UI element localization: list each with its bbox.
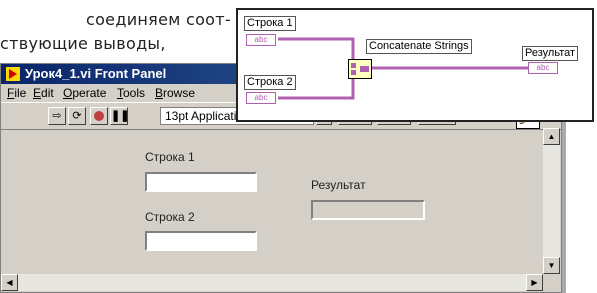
front-panel-area: Строка 1 Строка 2 Результат	[3, 130, 543, 272]
label-string1: Строка 1	[145, 150, 195, 164]
menu-browse[interactable]: Browse	[155, 86, 195, 100]
string2-control[interactable]	[145, 231, 257, 251]
string1-control[interactable]	[145, 172, 257, 192]
result-indicator	[311, 200, 425, 220]
scroll-left-icon[interactable]: ◀	[1, 274, 18, 291]
scroll-down-icon[interactable]: ▼	[543, 257, 560, 274]
pause-icon[interactable]: ❚❚	[110, 107, 129, 125]
diagram-label-string2: Строка 2	[244, 75, 296, 90]
abort-icon[interactable]	[90, 107, 108, 125]
menu-operate[interactable]: Operate	[63, 86, 106, 100]
paragraph-line-2: ствующие выводы,	[0, 34, 166, 53]
vertical-scrollbar[interactable]: ▲ ▼	[543, 128, 560, 274]
window-title: Урок4_1.vi Front Panel	[25, 66, 167, 81]
run-continuous-icon[interactable]: ⟳	[68, 107, 86, 125]
menu-file[interactable]: File	[7, 86, 26, 100]
run-arrow-icon[interactable]: ⇨	[48, 107, 66, 125]
diagram-label-result: Результат	[522, 46, 579, 61]
label-string2: Строка 2	[145, 210, 195, 224]
string2-terminal[interactable]: abc	[246, 92, 276, 104]
horizontal-scrollbar[interactable]: ◀ ▶	[1, 274, 543, 291]
scroll-right-icon[interactable]: ▶	[526, 274, 543, 291]
block-diagram: Строка 1 abc Строка 2 abc Concatenate St…	[236, 8, 594, 122]
label-result: Результат	[311, 178, 366, 192]
paragraph-line-1: соединяем соот-	[86, 10, 231, 29]
concatenate-icon[interactable]	[348, 59, 372, 79]
diagram-label-string1: Строка 1	[244, 16, 296, 31]
concatenate-label: Concatenate Strings	[366, 39, 472, 54]
menu-edit[interactable]: Edit	[33, 86, 54, 100]
string1-terminal[interactable]: abc	[246, 34, 276, 46]
result-terminal[interactable]: abc	[528, 62, 558, 74]
scroll-up-icon[interactable]: ▲	[543, 128, 560, 145]
menu-tools[interactable]: Tools	[117, 86, 145, 100]
labview-vi-icon	[6, 67, 20, 81]
